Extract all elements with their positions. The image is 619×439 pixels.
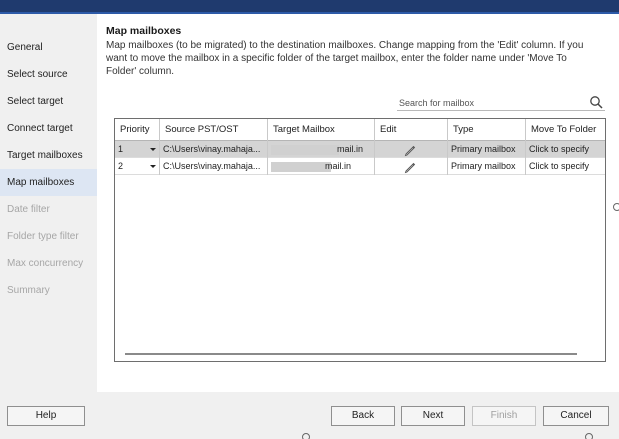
window-edge-handle-icon (585, 433, 593, 439)
sidebar-item-label: Target mailboxes (7, 150, 83, 161)
mailbox-type-cell: Primary mailbox (448, 158, 526, 175)
sidebar-item-summary: Summary (0, 277, 97, 304)
column-header-edit[interactable]: Edit (375, 119, 448, 141)
priority-value: 2 (118, 161, 124, 171)
redacted-email (271, 162, 331, 172)
page-title: Map mailboxes (106, 25, 182, 37)
sidebar-item-label: Folder type filter (7, 231, 79, 242)
sidebar-item-target-mailboxes[interactable]: Target mailboxes (0, 142, 97, 169)
priority-value: 1 (118, 144, 124, 154)
edit-cell (375, 141, 448, 158)
sidebar-item-date-filter: Date filter (0, 196, 97, 223)
table-row[interactable]: 1 C:\Users\vinay.mahaja... mail.in Prima… (115, 141, 605, 158)
target-mailbox-cell: mail.in (268, 158, 375, 175)
move-to-folder-cell[interactable]: Click to specify (526, 141, 605, 158)
column-header-type[interactable]: Type (448, 119, 526, 141)
sidebar-item-label: Summary (7, 285, 50, 296)
target-mailbox-suffix: mail.in (337, 144, 364, 154)
finish-button: Finish (472, 406, 536, 426)
table-row[interactable]: 2 C:\Users\vinay.mahaja... mail.in Prima… (115, 158, 605, 175)
redacted-email (271, 145, 339, 155)
window-edge-handle-icon (302, 433, 310, 439)
window-title-bar (0, 0, 619, 14)
main-panel: Map mailboxes Map mailboxes (to be migra… (97, 14, 619, 392)
pencil-icon[interactable] (403, 143, 417, 157)
wizard-steps-sidebar: General Select source Select target Conn… (0, 14, 97, 394)
edit-cell (375, 158, 448, 175)
sidebar-item-label: Max concurrency (7, 258, 84, 269)
search-input[interactable] (399, 95, 579, 110)
priority-dropdown[interactable]: 1 (115, 141, 160, 158)
next-button[interactable]: Next (401, 406, 465, 426)
column-header-target-mailbox[interactable]: Target Mailbox (268, 119, 375, 141)
sidebar-item-map-mailboxes[interactable]: Map mailboxes (0, 169, 97, 196)
back-button[interactable]: Back (331, 406, 395, 426)
sidebar-item-label: Map mailboxes (7, 177, 75, 188)
sidebar-item-label: Select target (7, 96, 64, 107)
column-header-priority[interactable]: Priority (115, 119, 160, 141)
source-path-cell: C:\Users\vinay.mahaja... (160, 158, 268, 175)
window-edge-handle-icon (613, 203, 619, 211)
horizontal-scrollbar[interactable] (125, 353, 577, 355)
page-description: Map mailboxes (to be migrated) to the de… (106, 40, 584, 77)
sidebar-item-connect-target[interactable]: Connect target (0, 115, 97, 142)
source-path-cell: C:\Users\vinay.mahaja... (160, 141, 268, 158)
sidebar-item-label: Select source (7, 69, 68, 80)
sidebar-item-label: Date filter (7, 204, 50, 215)
mailbox-mapping-table: Priority Source PST/OST Target Mailbox E… (114, 118, 606, 362)
search-icon[interactable] (589, 95, 604, 110)
help-button[interactable]: Help (7, 406, 85, 426)
mailbox-search (397, 95, 605, 111)
priority-dropdown[interactable]: 2 (115, 158, 160, 175)
target-mailbox-suffix: mail.in (325, 161, 352, 171)
sidebar-item-label: Connect target (7, 123, 73, 134)
sidebar-item-select-source[interactable]: Select source (0, 61, 97, 88)
chevron-down-icon (150, 165, 156, 168)
move-to-folder-cell[interactable]: Click to specify (526, 158, 605, 175)
sidebar-item-label: General (7, 42, 43, 53)
sidebar-item-general[interactable]: General (0, 34, 97, 61)
column-header-move-to-folder[interactable]: Move To Folder (526, 119, 605, 141)
target-mailbox-cell: mail.in (268, 141, 375, 158)
sidebar-item-folder-type-filter: Folder type filter (0, 223, 97, 250)
chevron-down-icon (150, 148, 156, 151)
table-header: Priority Source PST/OST Target Mailbox E… (115, 119, 605, 141)
mailbox-type-cell: Primary mailbox (448, 141, 526, 158)
pencil-icon[interactable] (403, 160, 417, 174)
column-header-source[interactable]: Source PST/OST (160, 119, 268, 141)
sidebar-item-max-concurrency: Max concurrency (0, 250, 97, 277)
sidebar-item-select-target[interactable]: Select target (0, 88, 97, 115)
cancel-button[interactable]: Cancel (543, 406, 609, 426)
